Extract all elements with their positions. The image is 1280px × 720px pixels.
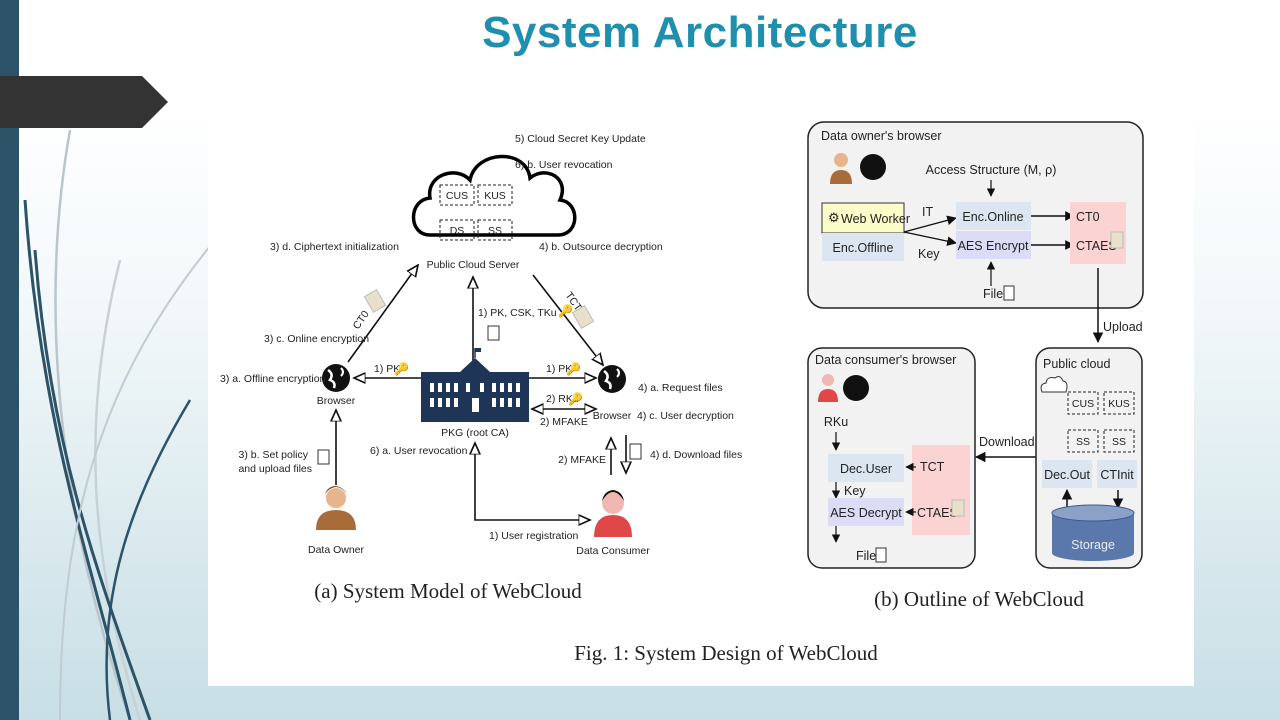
- file-icon: [1003, 285, 1015, 301]
- consumer-box-title: Data consumer's browser: [815, 353, 956, 367]
- step-4d-label: 4) d. Download files: [650, 449, 742, 461]
- data-consumer-avatar: [822, 374, 834, 386]
- step-3a-label: 3) a. Offline encryption: [220, 373, 326, 385]
- key-icon: 🔑: [566, 361, 581, 376]
- step-3d-label: 3) d. Ciphertext initialization: [270, 241, 399, 253]
- cloud-box-module-ss-2: SS: [1112, 436, 1126, 448]
- ct0-output-label: CT0: [1076, 210, 1100, 224]
- file-input-label: File: [983, 287, 1003, 301]
- step-4a-label: 4) a. Request files: [638, 382, 723, 394]
- download-label: Download: [979, 435, 1035, 449]
- step-6b-label: 6) b. User revocation: [515, 159, 613, 171]
- rku-label: RKu: [824, 415, 848, 429]
- step-5-label: 5) Cloud Secret Key Update: [515, 133, 646, 145]
- key-icon: 🔑: [394, 361, 409, 376]
- data-consumer-avatar: Data Consumer: [576, 490, 650, 557]
- step-3b-label-line2: and upload files: [238, 463, 312, 475]
- pkg-root-ca: PKG (root CA): [421, 348, 529, 439]
- upload-label: Upload: [1103, 320, 1143, 334]
- step-1-cloud-keys-label: 1) PK, CSK, TKu: [478, 307, 557, 319]
- gear-icon: ⚙: [828, 210, 840, 225]
- cloud-module-ds: DS: [450, 225, 465, 237]
- step-2-mfake-label: 2) MFAKE: [540, 416, 588, 428]
- enc-offline-label: Enc.Offline: [833, 241, 894, 255]
- globe-icon: [322, 364, 350, 392]
- owner-box-title: Data owner's browser: [821, 129, 942, 143]
- cloud-box-module-ss: SS: [1076, 436, 1090, 448]
- it-label: IT: [922, 205, 933, 219]
- enc-online-label: Enc.Online: [962, 210, 1023, 224]
- step-3b-label-line1: 3) b. Set policy: [239, 449, 309, 461]
- public-cloud-server: CUS KUS DS SS Public Cloud Server: [411, 154, 577, 271]
- data-owner-avatar: [834, 153, 848, 167]
- owner-browser-label: Browser: [317, 395, 356, 407]
- title-banner-arrow: [0, 76, 168, 128]
- globe-icon: [860, 154, 886, 180]
- cloud-server-label: Public Cloud Server: [427, 259, 520, 271]
- consumer-file-label: File: [856, 549, 876, 563]
- panel-b-caption: (b) Outline of WebCloud: [874, 587, 1084, 611]
- consumer-browser-label: Browser: [593, 410, 632, 422]
- step-4b-label: 4) b. Outsource decryption: [539, 241, 663, 253]
- cloud-box-module-kus: KUS: [1108, 398, 1130, 410]
- cloud-box-module-cus: CUS: [1072, 398, 1094, 410]
- step-1-registration-label: 1) User registration: [489, 530, 578, 542]
- figure-image: CUS KUS DS SS Public Cloud Server 5) Clo…: [208, 80, 1194, 686]
- ctinit-label: CTInit: [1100, 468, 1134, 482]
- data-owner-browser-box: Data owner's browser Access Structure (M…: [807, 121, 1144, 309]
- step-3c-label: 3) c. Online encryption: [264, 333, 369, 345]
- ciphertext-icon: [363, 289, 387, 313]
- access-structure-label: Access Structure (M, ρ): [926, 163, 1057, 177]
- storage-cylinder: Storage: [1051, 504, 1135, 561]
- globe-icon: [598, 365, 626, 393]
- cloud-module-cus: CUS: [446, 190, 468, 202]
- cloud-module-kus: KUS: [484, 190, 506, 202]
- pkg-label: PKG (root CA): [441, 427, 509, 439]
- dec-user-label: Dec.User: [840, 462, 892, 476]
- consumer-key-label: Key: [844, 484, 866, 498]
- key-label: Key: [918, 247, 940, 261]
- aes-encrypt-label: AES Encrypt: [958, 239, 1029, 253]
- public-cloud-box: Public cloud CUS KUS SS SS Dec.Out CTIni…: [1035, 347, 1143, 569]
- aes-decrypt-label: AES Decrypt: [830, 506, 902, 520]
- storage-label: Storage: [1071, 538, 1115, 552]
- data-owner-avatar: Data Owner: [308, 486, 365, 556]
- key-icon: 🔑: [568, 391, 583, 406]
- cloud-box-title: Public cloud: [1043, 357, 1110, 371]
- globe-icon: [843, 375, 869, 401]
- web-worker-label: Web Worker: [841, 212, 910, 226]
- data-consumer-browser-box: Data consumer's browser RKu Dec.User Key…: [807, 347, 976, 569]
- ct0-label: CT0: [351, 308, 372, 331]
- data-owner-label: Data Owner: [308, 544, 365, 556]
- data-consumer-label: Data Consumer: [576, 545, 650, 557]
- consumer-browser: Browser: [593, 365, 632, 422]
- ciphertext-icon: [1110, 231, 1124, 249]
- file-icon: [317, 449, 330, 465]
- tct-input-label: TCT: [920, 460, 945, 474]
- slide-title: System Architecture: [482, 8, 918, 57]
- ciphertext-icon: [951, 499, 965, 517]
- figure-caption: Fig. 1: System Design of WebCloud: [574, 641, 878, 665]
- panel-a-caption: (a) System Model of WebCloud: [314, 579, 582, 603]
- panel-a-system-model: CUS KUS DS SS Public Cloud Server 5) Clo…: [220, 133, 742, 603]
- step-4c-label: 4) c. User decryption: [637, 410, 734, 422]
- panel-b-outline: Data owner's browser Access Structure (M…: [807, 121, 1144, 611]
- dec-out-label: Dec.Out: [1044, 468, 1090, 482]
- file-icon: [875, 547, 887, 563]
- file-icon: [629, 443, 642, 460]
- building-icon: [421, 372, 529, 422]
- certificate-icon: [487, 325, 500, 341]
- step-6a-label: 6) a. User revocation: [370, 445, 468, 457]
- cloud-module-ss: SS: [488, 225, 502, 237]
- step-2-mfake-vertical-label: 2) MFAKE: [558, 454, 606, 466]
- owner-browser: Browser: [317, 364, 356, 407]
